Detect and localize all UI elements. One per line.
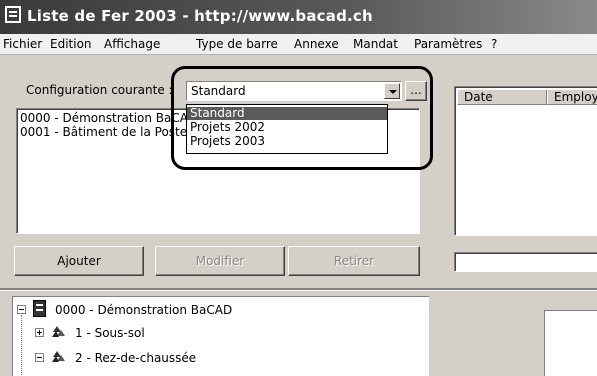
list-item[interactable]: 0000 - Démonstration BaCAD [20,111,197,125]
level-icon [51,324,67,338]
history-panel: Date Employé [446,70,597,282]
project-book-icon [33,300,46,317]
menu-affichage[interactable]: Affichage [104,37,160,51]
application-window: Liste de Fer 2003 - http://www.bacad.ch … [0,0,597,376]
project-tree[interactable]: 0000 - Démonstration BaCAD 1 - Sous-sol … [12,296,429,376]
menu-parametres[interactable]: Paramètres [414,37,482,51]
divider [0,288,597,291]
collapse-icon[interactable] [17,305,26,314]
tree-line [21,315,23,376]
history-table[interactable]: Date Employé [454,86,597,236]
app-icon [5,6,21,23]
menu-mandat[interactable]: Mandat [353,37,398,51]
menu-type-de-barre[interactable]: Type de barre [196,37,278,51]
highlight-annotation [171,66,433,170]
menu-fichier[interactable]: Fichier [3,37,42,51]
menu-help[interactable]: ? [491,37,497,51]
menu-bar: Fichier Edition Affichage Type de barre … [0,34,597,55]
collapse-icon[interactable] [35,353,44,362]
menu-edition[interactable]: Edition [50,37,92,51]
column-header-employe[interactable]: Employé [547,89,597,105]
preview-area [544,310,597,376]
history-status-field [454,252,597,272]
preview-panel [440,296,597,376]
column-header-date[interactable]: Date [457,89,547,105]
tree-node[interactable]: 1 - Sous-sol [75,326,145,340]
tree-root-node[interactable]: 0000 - Démonstration BaCAD [55,303,232,317]
add-button[interactable]: Ajouter [14,246,144,276]
tree-node[interactable]: 2 - Rez-de-chaussée [75,351,196,365]
window-title: Liste de Fer 2003 - http://www.bacad.ch [27,7,373,25]
title-bar: Liste de Fer 2003 - http://www.bacad.ch [0,0,597,34]
config-label: Configuration courante : [26,83,173,97]
expand-icon[interactable] [35,328,44,337]
level-icon [51,349,67,363]
menu-annexe[interactable]: Annexe [294,37,339,51]
remove-button[interactable]: Retirer [288,246,420,276]
list-item[interactable]: 0001 - Bâtiment de la Poste [20,125,190,139]
modify-button[interactable]: Modifier [155,246,285,276]
